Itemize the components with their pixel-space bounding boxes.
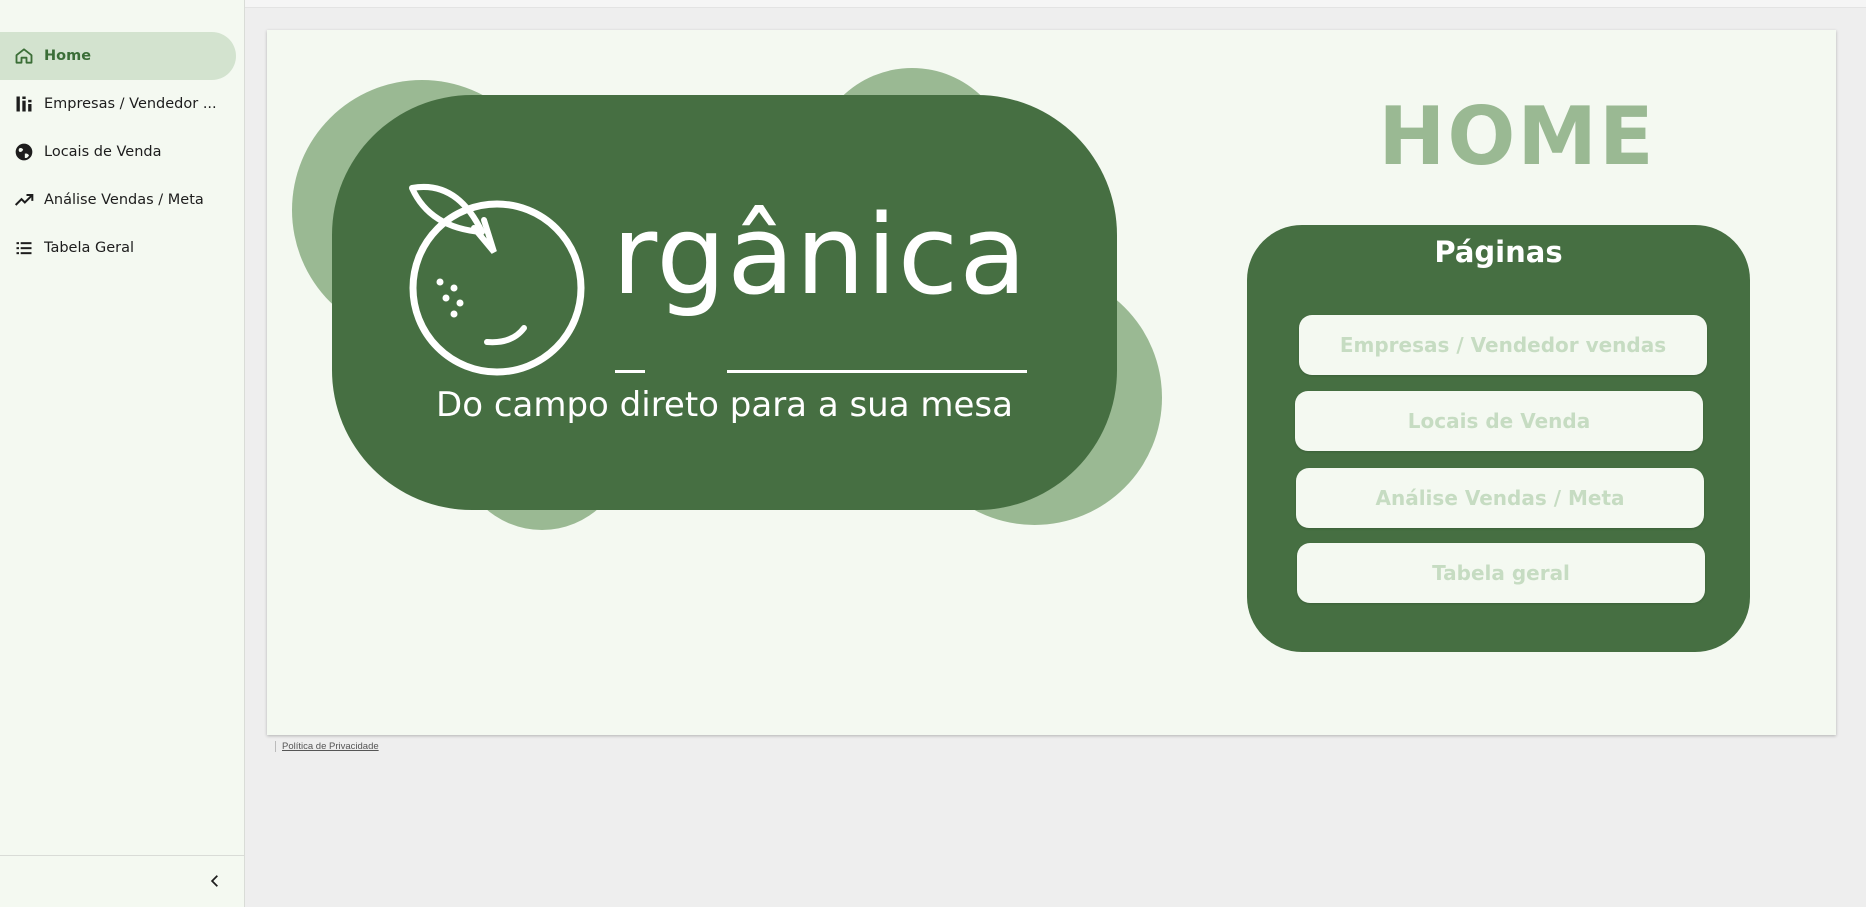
pages-panel-title: Páginas [1434, 235, 1563, 269]
sidebar-item-tabela[interactable]: Tabela Geral [0, 224, 245, 272]
pages-panel: Páginas Empresas / Vendedor vendas Locai… [1247, 225, 1750, 652]
chevron-left-icon [208, 873, 222, 892]
sidebar-item-label: Tabela Geral [44, 240, 135, 256]
globe-icon [14, 142, 34, 162]
sidebar-nav: Home Empresas / Vendedor ... Locais de V… [0, 32, 245, 272]
sidebar-footer [0, 855, 245, 907]
page-title: HOME [1378, 90, 1656, 183]
sidebar-item-label: Locais de Venda [44, 144, 162, 160]
privacy-policy-link[interactable]: Política de Privacidade [275, 741, 379, 752]
page-button-tabela[interactable]: Tabela geral [1297, 543, 1705, 603]
sidebar-item-locais[interactable]: Locais de Venda [0, 128, 245, 176]
page-button-locais[interactable]: Locais de Venda [1295, 391, 1703, 451]
top-strip [245, 0, 1866, 8]
sidebar-item-empresas[interactable]: Empresas / Vendedor ... [0, 80, 245, 128]
sidebar-item-label: Empresas / Vendedor ... [44, 96, 217, 112]
page-button-analise[interactable]: Análise Vendas / Meta [1296, 468, 1704, 528]
brand-wordmark: rgânica [612, 191, 1028, 319]
wordmark-underline [615, 370, 645, 373]
page-button-empresas[interactable]: Empresas / Vendedor vendas [1299, 315, 1707, 375]
collapse-sidebar-button[interactable] [203, 870, 227, 894]
sidebar-item-home[interactable]: Home [0, 32, 236, 80]
bar-chart-icon [14, 94, 34, 114]
report-canvas: rgânica Do campo direto para a sua mesa … [267, 30, 1836, 735]
wordmark-underline [727, 370, 1027, 373]
list-icon [14, 238, 34, 258]
orange-fruit-icon [409, 184, 585, 376]
trending-up-icon [14, 190, 34, 210]
sidebar: Home Empresas / Vendedor ... Locais de V… [0, 0, 245, 907]
sidebar-item-label: Home [44, 48, 92, 64]
sidebar-item-label: Análise Vendas / Meta [44, 192, 204, 208]
sidebar-item-analise[interactable]: Análise Vendas / Meta [0, 176, 245, 224]
brand-tagline: Do campo direto para a sua mesa [436, 385, 1013, 425]
home-icon [14, 46, 34, 66]
